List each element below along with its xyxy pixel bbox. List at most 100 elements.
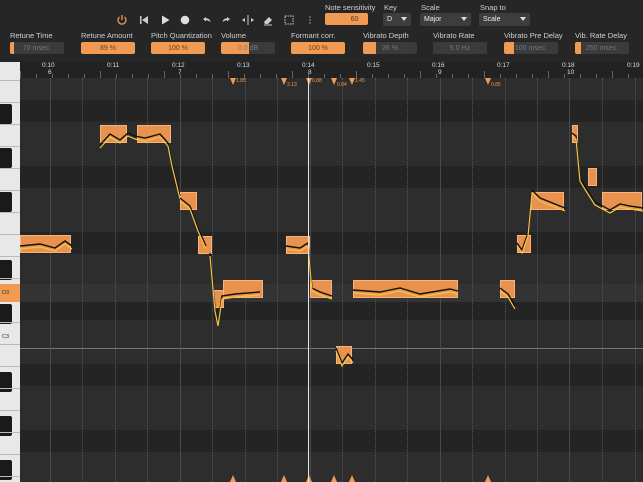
select-icon[interactable] [281,12,297,28]
black-key[interactable] [0,460,12,480]
param-label-3: Volume [221,31,247,40]
param-slider-fill [504,42,514,54]
white-key-divider [0,190,20,191]
piano-roll[interactable]: 1.85 2.13 0.88 0.84 1.45 0.85 [20,78,643,482]
ruler-tick [356,71,357,78]
skip-back-icon[interactable] [136,12,152,28]
ruler-time-label: 0:11 [107,62,120,69]
power-icon[interactable] [114,12,130,28]
white-key-divider [0,322,20,323]
param-slider-fill [575,42,582,54]
white-key-divider [0,212,20,213]
black-key[interactable] [0,104,12,124]
param-value: 250 msec. [585,44,619,52]
param-slider-6[interactable]: 5.0 Hz [433,42,487,54]
ruler-time-label: 0:18 [562,62,575,69]
pitch-curve-corrected [179,200,207,250]
white-key-divider [0,410,20,411]
param-slider-5[interactable]: 26 % [363,42,417,54]
note-sensitivity-label: Note sensitivity [325,3,376,12]
note-sensitivity-field[interactable]: 60 [325,13,368,25]
scale-dropdown[interactable]: Major [420,13,471,26]
snap-to-label: Snap to [480,3,506,12]
ruler-time-label: 0:12 [172,62,185,69]
param-label-6: Vibrato Rate [433,31,475,40]
ruler-time-label: 0:19 [627,62,640,69]
ruler-time-label: 0:10 [42,62,55,69]
param-slider-4[interactable]: 100 % [291,42,345,54]
param-label-0: Retune Time [10,31,53,40]
playhead[interactable] [308,78,309,482]
param-value: 0.0 dB [237,44,259,52]
pitch-curve [20,132,643,368]
param-slider-fill [363,42,376,54]
black-key[interactable] [0,416,12,436]
black-key[interactable] [0,260,12,280]
param-value: 70 msec. [22,44,52,52]
ruler-time-label: 0:14 [302,62,315,69]
white-key-divider [0,454,20,455]
param-value: 100 % [308,44,328,52]
param-slider-3[interactable]: 0.0 dB [221,42,275,54]
snap-to-dropdown[interactable]: Scale [479,13,530,26]
param-label-5: Vibrato Depth [363,31,409,40]
param-slider-fill [10,42,15,54]
param-slider-8[interactable]: 250 msec. [575,42,629,54]
pitch-curve-corrected [285,244,333,300]
record-icon[interactable] [177,12,193,28]
ruler-time-label: 0:13 [237,62,250,69]
ruler-tick [484,71,485,78]
ruler-time-label: 0:17 [497,62,510,69]
chevron-down-icon [401,17,407,21]
white-key-divider [0,278,20,279]
white-key-divider [0,432,20,433]
black-key[interactable] [0,192,12,212]
key-value: D [387,16,393,23]
chevron-down-icon [461,17,467,21]
param-label-2: Pitch Quantization [151,31,212,40]
param-slider-2[interactable]: 100 % [151,42,205,54]
eraser-icon[interactable] [260,12,276,28]
pitch-curve-detected [99,132,181,197]
param-value: 26 % [382,44,398,52]
toolbar: Note sensitivity 60 Key D Scale Major Sn… [0,0,643,62]
pitch-curve-corrected [209,255,261,327]
pitch-curve-corrected [99,135,181,200]
ruler-tick [164,71,165,78]
black-key[interactable] [0,304,12,324]
black-key[interactable] [0,148,12,168]
param-slider-7[interactable]: 100 msec. [504,42,558,54]
white-key-divider [0,344,20,345]
white-key-divider [0,80,20,81]
white-key-divider [0,102,20,103]
param-slider-1[interactable]: 89 % [81,42,135,54]
split-icon[interactable] [240,12,256,28]
redo-icon[interactable] [219,12,235,28]
pitch-curve-corrected [571,135,643,214]
black-key[interactable] [0,372,12,392]
timeline-ruler[interactable]: 0:10 0:11 0:12 0:13 0:14 0:15 0:16 0:17 0:18 0:19… [20,62,643,79]
pitch-curve-corrected [352,290,459,298]
param-label-1: Retune Amount [81,31,133,40]
ruler-time-label: 0:15 [367,62,380,69]
ruler-bar-label: 10 [567,69,575,76]
param-value: 89 % [100,44,116,52]
piano-keyboard[interactable]: D3 C3 [0,62,20,482]
ruler-tick [612,71,613,78]
pitch-curve-detected [516,188,566,252]
white-key-divider [0,168,20,169]
param-value: 5.0 Hz [449,44,471,52]
param-slider-0[interactable]: 70 msec. [10,42,64,54]
white-key-divider [0,234,20,235]
undo-icon[interactable] [198,12,214,28]
more-icon[interactable] [302,12,318,28]
key-label-d3: D3 [2,290,10,296]
param-value: 100 msec. [514,44,548,52]
white-key-divider [0,366,20,367]
snap-to-value: Scale [483,16,501,23]
ruler-tick [100,71,101,78]
key-dropdown[interactable]: D [383,13,411,26]
ruler-tick [420,71,421,78]
play-icon[interactable] [157,12,173,28]
pitch-curve-detected [571,132,643,211]
